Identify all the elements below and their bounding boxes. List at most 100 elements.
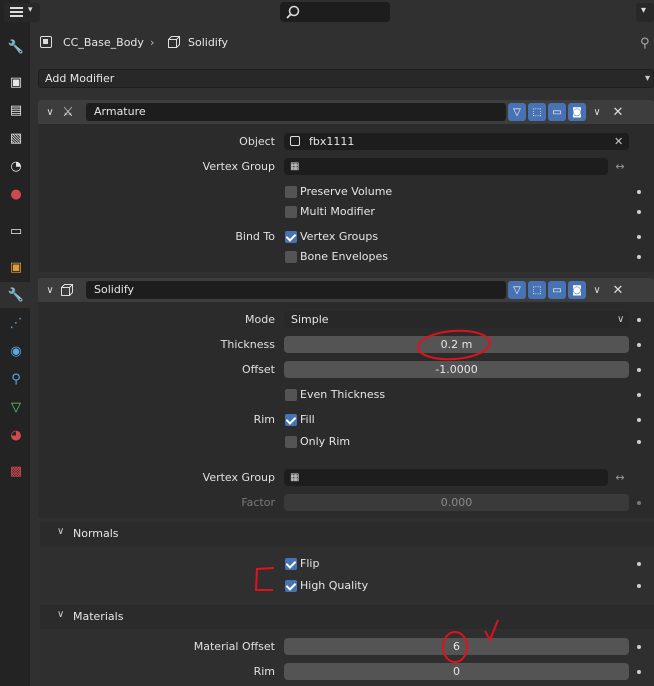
- object-field[interactable]: fbx1111 ✕: [284, 133, 629, 150]
- fill-checkbox[interactable]: [285, 414, 297, 426]
- collapse-chevron-icon[interactable]: ∨: [42, 282, 58, 298]
- world-icon[interactable]: ●: [7, 185, 25, 203]
- modifier-name-field[interactable]: Armature: [86, 103, 506, 121]
- edit-cage-icon[interactable]: ▽: [508, 103, 526, 121]
- editor-type-button[interactable]: ▾: [4, 3, 40, 22]
- materials-subpanel-header[interactable]: ∨ Materials: [40, 605, 654, 629]
- close-icon[interactable]: ✕: [610, 282, 626, 298]
- vertex-group-field[interactable]: ▦: [284, 158, 608, 175]
- render-camera-icon[interactable]: ◙: [568, 281, 586, 299]
- bone-envelopes-checkbox[interactable]: [285, 251, 297, 263]
- breadcrumb-modifier[interactable]: Solidify: [188, 35, 228, 51]
- factor-label: Factor: [241, 496, 275, 509]
- factor-field[interactable]: 0.000: [284, 494, 629, 511]
- vertex-groups-checkbox[interactable]: [285, 231, 297, 243]
- pin-icon[interactable]: ⚲: [640, 36, 650, 51]
- animate-dot-icon[interactable]: [637, 210, 641, 214]
- add-modifier-button[interactable]: Add Modifier ▾: [38, 69, 654, 88]
- animate-dot-icon[interactable]: [637, 368, 641, 372]
- object-icon[interactable]: ▣: [7, 258, 25, 276]
- modifier-name-field[interactable]: Solidify: [86, 281, 506, 299]
- realtime-display-icon[interactable]: ▭: [548, 103, 566, 121]
- bone-envelopes-label: Bone Envelopes: [300, 250, 388, 263]
- animate-dot-icon[interactable]: [637, 318, 641, 322]
- render-icon[interactable]: ▣: [7, 73, 25, 91]
- search-input[interactable]: [280, 2, 390, 22]
- flip-checkbox[interactable]: [285, 558, 297, 570]
- collection-icon[interactable]: ▭: [7, 222, 25, 240]
- scene-icon[interactable]: ◔: [7, 157, 25, 175]
- offset-label: Offset: [241, 363, 275, 376]
- high-quality-checkbox[interactable]: [285, 580, 297, 592]
- edit-mode-icon[interactable]: ⬚: [528, 281, 546, 299]
- add-modifier-label: Add Modifier: [45, 72, 115, 85]
- breadcrumb-separator-icon: ›: [150, 36, 155, 49]
- preserve-volume-checkbox[interactable]: [285, 186, 297, 198]
- rim-material-field[interactable]: 0: [284, 663, 629, 680]
- particles-icon[interactable]: ⋰: [7, 314, 25, 332]
- constraints-icon[interactable]: ⚲: [7, 370, 25, 388]
- options-button[interactable]: ▾: [636, 3, 654, 22]
- vertex-group-label: Vertex Group: [202, 160, 275, 173]
- properties-tab-bar: 🔧 ▣ ▤ ▧ ◔ ● ▭ ▣ 🔧 ⋰ ◉ ⚲ ▽ ◕ ▩: [0, 0, 30, 686]
- invert-icon[interactable]: ↔: [611, 158, 629, 175]
- data-icon[interactable]: ▽: [7, 398, 25, 416]
- animate-dot-icon[interactable]: [637, 235, 641, 239]
- material-offset-field[interactable]: 6: [284, 638, 629, 655]
- animate-dot-icon[interactable]: [637, 562, 641, 566]
- solidify-modifier-icon: [61, 284, 73, 296]
- materials-label: Materials: [73, 610, 124, 623]
- texture-icon[interactable]: ▩: [7, 462, 25, 480]
- mode-value: Simple: [291, 313, 329, 326]
- edit-mode-icon[interactable]: ⬚: [528, 103, 546, 121]
- chevron-down-icon[interactable]: ∨: [589, 104, 605, 120]
- invert-icon[interactable]: ↔: [611, 469, 629, 486]
- only-rim-label: Only Rim: [300, 435, 351, 448]
- close-icon[interactable]: ✕: [610, 104, 626, 120]
- multi-modifier-checkbox[interactable]: [285, 206, 297, 218]
- output-icon[interactable]: ▤: [7, 101, 25, 119]
- animate-dot-icon[interactable]: [637, 418, 641, 422]
- physics-icon[interactable]: ◉: [7, 342, 25, 360]
- normals-subpanel-header[interactable]: ∨ Normals: [40, 522, 654, 546]
- clear-icon[interactable]: ✕: [614, 133, 623, 150]
- vertex-group-icon: ▦: [290, 472, 300, 483]
- edit-cage-icon[interactable]: ▽: [508, 281, 526, 299]
- animate-dot-icon[interactable]: [637, 440, 641, 444]
- animate-dot-icon[interactable]: [637, 190, 641, 194]
- material-offset-label: Material Offset: [193, 640, 275, 653]
- properties-editor-icon: [10, 6, 23, 19]
- tool-icon[interactable]: 🔧: [7, 38, 25, 56]
- collapse-chevron-icon[interactable]: ∨: [42, 104, 58, 120]
- only-rim-checkbox[interactable]: [285, 436, 297, 448]
- animate-dot-icon[interactable]: [637, 584, 641, 588]
- armature-modifier-icon: ⚔: [62, 104, 74, 120]
- vertex-group-label: Vertex Group: [202, 471, 275, 484]
- animate-dot-icon[interactable]: [637, 255, 641, 259]
- view-layer-icon[interactable]: ▧: [7, 129, 25, 147]
- animate-dot-icon[interactable]: [637, 501, 641, 505]
- thickness-field[interactable]: 0.2 m: [284, 336, 629, 353]
- preserve-volume-label: Preserve Volume: [300, 185, 393, 198]
- breadcrumb-object[interactable]: CC_Base_Body: [63, 35, 144, 51]
- object-icon: [290, 136, 300, 146]
- material-icon[interactable]: ◕: [7, 426, 25, 444]
- collapse-chevron-icon: ∨: [57, 526, 65, 537]
- mode-dropdown[interactable]: Simple ∨: [284, 311, 629, 328]
- even-thickness-checkbox[interactable]: [285, 389, 297, 401]
- modifier-icon[interactable]: 🔧: [7, 286, 25, 304]
- search-icon: [286, 5, 300, 19]
- animate-dot-icon[interactable]: [637, 343, 641, 347]
- chevron-down-icon[interactable]: ∨: [589, 282, 605, 298]
- render-camera-icon[interactable]: ◙: [568, 103, 586, 121]
- offset-field[interactable]: -1.0000: [284, 361, 629, 378]
- animate-dot-icon[interactable]: [637, 670, 641, 674]
- multi-modifier-label: Multi Modifier: [300, 205, 375, 218]
- fill-label: Fill: [300, 413, 315, 426]
- flip-label: Flip: [300, 557, 320, 570]
- animate-dot-icon[interactable]: [637, 393, 641, 397]
- animate-dot-icon[interactable]: [637, 645, 641, 649]
- vertex-group-field[interactable]: ▦: [284, 469, 608, 486]
- options-icon: ▾: [641, 5, 647, 16]
- realtime-display-icon[interactable]: ▭: [548, 281, 566, 299]
